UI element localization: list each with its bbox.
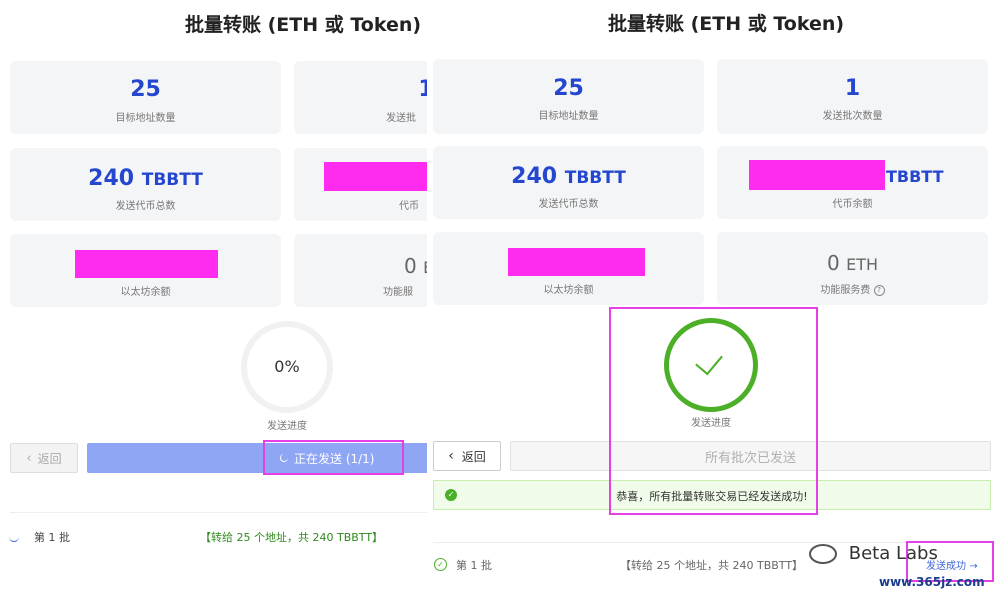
service-fee-number: 0 xyxy=(404,254,417,278)
chevron-left-icon: ‹ xyxy=(448,448,454,464)
watermark-brand: Beta Labs xyxy=(809,543,938,564)
total-tokens-number: 240 xyxy=(88,166,135,191)
watermark-site: www.365jz.com xyxy=(879,575,985,589)
total-tokens-unit: TBBTT xyxy=(141,170,203,190)
service-fee-value: 0 ETH xyxy=(717,251,988,275)
service-fee-label-text: 功能服务费 xyxy=(820,285,871,296)
back-button-label: 返回 xyxy=(461,449,486,464)
batch-count-label: 发送批次数量 xyxy=(822,111,883,122)
service-fee-number: 0 xyxy=(826,251,840,275)
right-screenshot-panel: 批量转账 (ETH 或 Token) 25 目标地址数量 1 发送批次数量 24… xyxy=(427,0,1000,596)
total-tokens-value: 240 TBBTT xyxy=(10,166,281,191)
batch-detail: 【转给 25 个地址，共 240 TBBTT】 xyxy=(200,531,384,544)
page-title: 批量转账 (ETH 或 Token) xyxy=(608,13,845,35)
watermark-brand-text: Beta Labs xyxy=(848,543,938,564)
token-balance-unit: TBBTT xyxy=(886,167,944,186)
total-tokens-number: 240 xyxy=(511,164,558,189)
target-count-label: 目标地址数量 xyxy=(115,113,176,124)
target-count-label: 目标地址数量 xyxy=(538,111,599,122)
stat-card-total-tokens: 240 TBBTT 发送代币总数 xyxy=(10,148,281,221)
stat-card-service-fee: 0 ETH 功能服务费 ? xyxy=(717,232,988,305)
progress-percent: 0% xyxy=(274,357,300,376)
service-fee-label: 功能服 xyxy=(383,287,413,298)
stat-card-token-balance: 代币 xyxy=(294,148,427,221)
redacted-eth-balance xyxy=(75,250,218,278)
back-button-label: 返回 xyxy=(37,451,62,466)
batch-detail: 【转给 25 个地址，共 240 TBBTT】 xyxy=(620,559,804,572)
back-button[interactable]: ‹ 返回 xyxy=(433,441,501,471)
stat-card-batch-count: 1 发送批 xyxy=(294,61,427,134)
stat-card-token-balance: TBBTT 代币余额 xyxy=(717,146,988,219)
stat-card-target-count: 25 目标地址数量 xyxy=(10,61,281,134)
batch-success-icon: ✓ xyxy=(434,558,447,571)
total-tokens-label: 发送代币总数 xyxy=(538,199,599,210)
progress-label: 发送进度 xyxy=(267,421,307,432)
batch-label: 第 1 批 xyxy=(34,531,70,544)
service-fee-label: 功能服务费 ? xyxy=(717,281,988,296)
token-balance-label: 代币 xyxy=(399,201,419,212)
stat-card-total-tokens: 240 TBBTT 发送代币总数 xyxy=(433,146,704,219)
help-icon[interactable]: ? xyxy=(873,284,885,296)
eth-balance-label: 以太坊余额 xyxy=(543,285,594,296)
chevron-left-icon: ‹ xyxy=(26,450,32,466)
stat-card-service-fee: 0 E 功能服 xyxy=(294,234,427,307)
redacted-eth-balance xyxy=(508,248,645,276)
total-tokens-label: 发送代币总数 xyxy=(115,201,176,212)
left-screenshot-panel: 批量转账 (ETH 或 Token) 25 目标地址数量 1 发送批 240 T… xyxy=(0,0,427,596)
batch-count-value: 1 xyxy=(844,76,861,101)
stat-card-eth-balance: 以太坊余额 xyxy=(433,232,704,305)
service-fee-value: 0 E xyxy=(404,254,427,278)
page-title: 批量转账 (ETH 或 Token) xyxy=(185,14,422,36)
batch-label: 第 1 批 xyxy=(456,559,492,572)
target-count-value: 25 xyxy=(130,77,161,102)
divider xyxy=(10,512,427,513)
batch-count-value: 1 xyxy=(418,77,427,102)
redacted-token-balance xyxy=(324,162,427,191)
total-tokens-value: 240 TBBTT xyxy=(433,164,704,189)
batch-count-label: 发送批 xyxy=(386,113,416,124)
eth-balance-label: 以太坊余额 xyxy=(120,287,171,298)
stat-card-batch-count: 1 发送批次数量 xyxy=(717,59,988,134)
success-highlight xyxy=(609,307,818,515)
stat-card-target-count: 25 目标地址数量 xyxy=(433,59,704,134)
back-button[interactable]: ‹ 返回 xyxy=(10,443,78,473)
loading-icon xyxy=(9,531,19,542)
token-balance-label: 代币余额 xyxy=(832,199,873,210)
redacted-token-balance xyxy=(749,160,885,190)
service-fee-unit: ETH xyxy=(846,255,878,274)
total-tokens-unit: TBBTT xyxy=(564,168,626,188)
stat-card-eth-balance: 以太坊余额 xyxy=(10,234,281,307)
target-count-value: 25 xyxy=(553,76,584,101)
sending-button-highlight xyxy=(263,440,404,475)
wechat-icon xyxy=(809,544,837,564)
